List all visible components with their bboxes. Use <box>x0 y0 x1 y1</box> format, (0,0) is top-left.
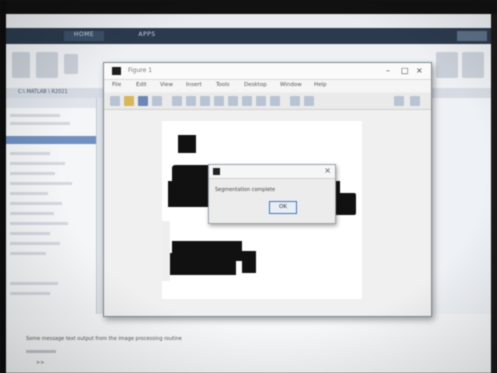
ribbon-button[interactable] <box>64 54 78 74</box>
rotate-icon[interactable] <box>228 96 238 106</box>
list-item[interactable] <box>10 114 60 117</box>
list-item[interactable] <box>10 122 70 125</box>
close-icon[interactable]: × <box>416 66 423 75</box>
list-item[interactable] <box>10 192 48 195</box>
maximize-icon[interactable]: □ <box>401 66 409 75</box>
matlab-titlebar <box>6 14 491 28</box>
image-blob <box>178 135 196 153</box>
list-item[interactable] <box>10 242 60 245</box>
list-item[interactable] <box>10 172 55 175</box>
close-icon[interactable]: × <box>324 166 331 175</box>
list-item[interactable] <box>10 292 50 295</box>
list-item[interactable] <box>10 212 54 215</box>
ribbon-button[interactable] <box>36 52 58 78</box>
command-window[interactable] <box>6 314 491 373</box>
ribbon-button[interactable] <box>12 52 30 78</box>
list-item[interactable] <box>10 202 62 205</box>
matlab-figure-icon <box>112 67 121 75</box>
open-icon[interactable] <box>124 96 134 106</box>
menu-tools[interactable]: Tools <box>216 82 230 88</box>
tab-apps[interactable]: APPS <box>134 31 160 41</box>
ribbon-button[interactable] <box>462 52 484 78</box>
list-item[interactable] <box>10 162 65 165</box>
current-folder-path: C:\ MATLAB \ R2021 <box>18 89 68 95</box>
figure-titlebar[interactable]: Figure 1 – □ × <box>104 63 431 80</box>
command-output-line <box>26 350 56 353</box>
list-item[interactable] <box>10 282 58 285</box>
list-item[interactable] <box>10 182 72 185</box>
figure-toolbar <box>104 93 431 110</box>
window-controls[interactable] <box>457 31 487 41</box>
menu-file[interactable]: File <box>112 82 121 88</box>
matlab-tabbar: HOME APPS <box>6 28 491 44</box>
command-output: Some message text output from the image … <box>26 336 182 342</box>
list-item[interactable] <box>10 152 50 155</box>
image-blob <box>242 251 256 273</box>
print-icon[interactable] <box>152 96 162 106</box>
dialog-titlebar[interactable]: × <box>209 165 335 179</box>
list-item[interactable] <box>10 252 46 255</box>
figure-title: Figure 1 <box>128 67 153 74</box>
ok-button[interactable]: OK <box>269 201 297 214</box>
pane-header <box>6 98 96 108</box>
dialog-message: Segmentation complete <box>215 187 276 193</box>
new-icon[interactable] <box>110 96 120 106</box>
screen: HOME APPS C:\ MATLAB \ R2021 Some messag… <box>6 14 491 373</box>
pointer-icon[interactable] <box>172 96 182 106</box>
save-icon[interactable] <box>138 96 148 106</box>
image-edge <box>162 221 170 281</box>
list-item[interactable] <box>10 222 68 225</box>
selected-file-row[interactable] <box>6 136 96 144</box>
ribbon-button[interactable] <box>436 52 458 78</box>
workspace-pane <box>426 98 491 338</box>
brush-icon[interactable] <box>256 96 266 106</box>
message-dialog: × Segmentation complete OK <box>208 164 336 224</box>
legend-icon[interactable] <box>304 96 314 106</box>
hide-tools-icon[interactable] <box>394 96 404 106</box>
colorbar-icon[interactable] <box>290 96 300 106</box>
menu-desktop[interactable]: Desktop <box>244 82 267 88</box>
monitor-bezel-top <box>0 0 497 14</box>
link-icon[interactable] <box>270 96 280 106</box>
command-prompt[interactable]: >> <box>36 360 44 366</box>
menu-window[interactable]: Window <box>280 82 302 88</box>
figure-menubar: File Edit View Insert Tools Desktop Wind… <box>104 80 431 92</box>
tab-home[interactable]: HOME <box>64 31 104 41</box>
image-blob <box>170 253 236 275</box>
menu-view[interactable]: View <box>160 82 173 88</box>
menu-help[interactable]: Help <box>314 82 327 88</box>
show-tools-icon[interactable] <box>410 96 420 106</box>
datacursor-icon[interactable] <box>242 96 252 106</box>
current-folder-pane <box>6 98 97 338</box>
matlab-dialog-icon <box>213 168 220 175</box>
pan-icon[interactable] <box>214 96 224 106</box>
photo-frame: HOME APPS C:\ MATLAB \ R2021 Some messag… <box>0 0 497 373</box>
menu-insert[interactable]: Insert <box>186 82 202 88</box>
minimize-icon[interactable]: – <box>386 66 390 75</box>
list-item[interactable] <box>10 232 50 235</box>
zoom-in-icon[interactable] <box>186 96 196 106</box>
menu-edit[interactable]: Edit <box>136 82 147 88</box>
zoom-out-icon[interactable] <box>200 96 210 106</box>
